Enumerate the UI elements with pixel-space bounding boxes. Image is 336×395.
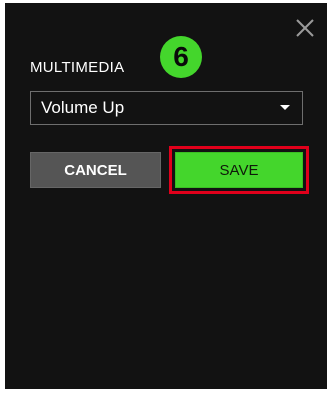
multimedia-action-select[interactable]: Volume Up	[30, 91, 303, 125]
chevron-down-icon	[280, 105, 290, 110]
dialog-title: MULTIMEDIA	[30, 59, 125, 76]
select-value: Volume Up	[41, 98, 125, 117]
cancel-button[interactable]: CANCEL	[30, 152, 161, 188]
save-button[interactable]: SAVE	[175, 152, 303, 188]
step-number-badge: 6	[160, 36, 202, 78]
close-icon[interactable]	[294, 17, 316, 39]
multimedia-dialog: MULTIMEDIA 6 Volume Up CANCEL SAVE	[5, 3, 327, 389]
